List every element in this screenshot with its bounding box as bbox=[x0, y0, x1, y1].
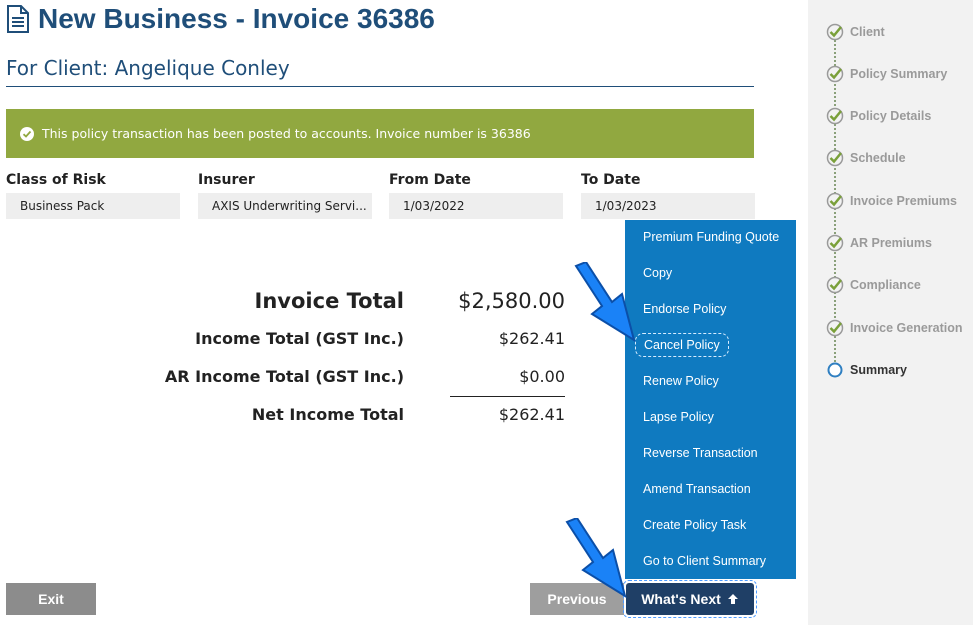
step-schedule[interactable]: Schedule bbox=[826, 149, 906, 167]
invoice-total-label: Invoice Total bbox=[254, 289, 404, 313]
main-panel: New Business - Invoice 36386 For Client:… bbox=[0, 0, 808, 625]
class-of-risk-value: Business Pack bbox=[6, 193, 180, 219]
step-ar-premiums[interactable]: AR Premiums bbox=[826, 234, 932, 252]
menu-item-premium-funding-quote[interactable]: Premium Funding Quote bbox=[643, 230, 779, 244]
step-invoice-premiums[interactable]: Invoice Premiums bbox=[826, 192, 957, 210]
to-date-field: To Date 1/03/2023 bbox=[581, 172, 755, 219]
to-date-value: 1/03/2023 bbox=[581, 193, 755, 219]
step-summary[interactable]: Summary bbox=[826, 361, 907, 379]
net-income-total-value: $262.41 bbox=[498, 405, 565, 424]
success-banner: This policy transaction has been posted … bbox=[6, 109, 754, 158]
client-name-heading: For Client: Angelique Conley bbox=[6, 56, 754, 87]
check-icon bbox=[826, 23, 844, 41]
blue-arrow-icon bbox=[574, 262, 636, 343]
insurer-field: Insurer AXIS Underwriting Servi... bbox=[198, 172, 372, 219]
menu-item-cancel-policy[interactable]: Cancel Policy bbox=[635, 333, 729, 357]
income-total-label: Income Total (GST Inc.) bbox=[195, 329, 404, 348]
step-label: Invoice Generation bbox=[850, 321, 963, 335]
step-label: Policy Summary bbox=[850, 67, 948, 81]
check-icon bbox=[826, 234, 844, 252]
step-label: Policy Details bbox=[850, 109, 932, 123]
from-date-value: 1/03/2022 bbox=[389, 193, 563, 219]
menu-item-create-policy-task[interactable]: Create Policy Task bbox=[643, 518, 746, 532]
check-icon bbox=[826, 192, 844, 210]
blue-arrow-icon bbox=[565, 518, 627, 599]
ar-income-total-value: $0.00 bbox=[519, 367, 565, 386]
step-label: Client bbox=[850, 25, 885, 39]
page-title-text: New Business - Invoice 36386 bbox=[38, 3, 435, 34]
check-icon bbox=[826, 149, 844, 167]
progress-steps-sidebar: Client Policy Summary Policy Details Sch… bbox=[808, 0, 973, 625]
check-icon bbox=[826, 276, 844, 294]
to-date-label: To Date bbox=[581, 172, 641, 188]
whats-next-button[interactable]: What's Next bbox=[623, 580, 757, 618]
step-compliance[interactable]: Compliance bbox=[826, 276, 921, 294]
step-label: Compliance bbox=[850, 278, 921, 292]
ar-income-total-label: AR Income Total (GST Inc.) bbox=[164, 367, 404, 386]
exit-button[interactable]: Exit bbox=[6, 583, 96, 615]
check-icon bbox=[826, 319, 844, 337]
step-label: Schedule bbox=[850, 151, 906, 165]
step-client[interactable]: Client bbox=[826, 23, 885, 41]
step-invoice-generation[interactable]: Invoice Generation bbox=[826, 319, 963, 337]
menu-item-reverse-transaction[interactable]: Reverse Transaction bbox=[643, 446, 758, 460]
step-label: AR Premiums bbox=[850, 236, 932, 250]
document-icon bbox=[7, 5, 29, 33]
net-income-total-label: Net Income Total bbox=[251, 405, 404, 424]
class-of-risk-label: Class of Risk bbox=[6, 172, 106, 188]
banner-message: This policy transaction has been posted … bbox=[42, 126, 531, 141]
arrow-up-icon bbox=[727, 594, 738, 604]
menu-item-amend-transaction[interactable]: Amend Transaction bbox=[643, 482, 751, 496]
totals-divider bbox=[450, 396, 565, 397]
step-policy-details[interactable]: Policy Details bbox=[826, 107, 931, 125]
invoice-total-value: $2,580.00 bbox=[458, 289, 565, 313]
class-of-risk-field: Class of Risk Business Pack bbox=[6, 172, 180, 219]
whats-next-label: What's Next bbox=[641, 591, 721, 607]
whats-next-menu: Premium Funding Quote Copy Endorse Polic… bbox=[625, 220, 796, 579]
check-icon bbox=[826, 65, 844, 83]
insurer-label: Insurer bbox=[198, 172, 255, 188]
menu-item-renew-policy[interactable]: Renew Policy bbox=[643, 374, 719, 388]
check-circle-icon bbox=[20, 126, 34, 141]
step-label: Summary bbox=[850, 363, 907, 377]
insurer-value: AXIS Underwriting Servi... bbox=[198, 193, 372, 219]
page-title: New Business - Invoice 36386 bbox=[6, 2, 435, 36]
check-icon bbox=[826, 107, 844, 125]
income-total-value: $262.41 bbox=[498, 329, 565, 348]
circle-icon bbox=[827, 362, 843, 378]
from-date-label: From Date bbox=[389, 172, 471, 188]
menu-item-lapse-policy[interactable]: Lapse Policy bbox=[643, 410, 714, 424]
from-date-field: From Date 1/03/2022 bbox=[389, 172, 563, 219]
menu-item-copy[interactable]: Copy bbox=[643, 266, 672, 280]
menu-item-endorse-policy[interactable]: Endorse Policy bbox=[643, 302, 726, 316]
step-label: Invoice Premiums bbox=[850, 194, 957, 208]
step-policy-summary[interactable]: Policy Summary bbox=[826, 65, 947, 83]
menu-item-go-to-client-summary[interactable]: Go to Client Summary bbox=[643, 554, 766, 568]
